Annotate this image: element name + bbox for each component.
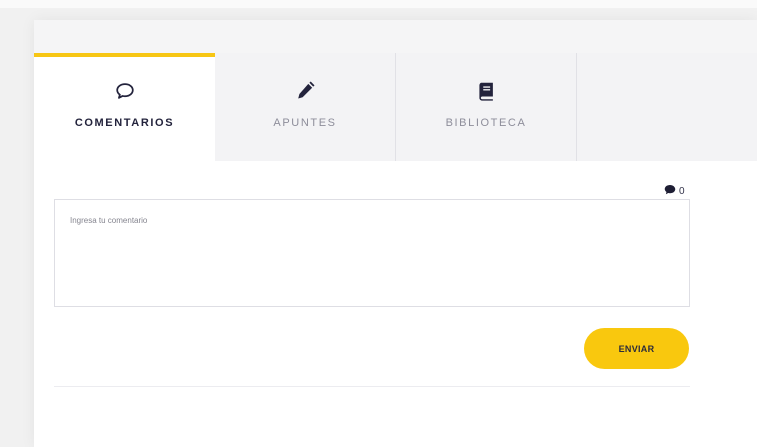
tab-comentarios[interactable]: COMENTARIOS <box>34 53 215 162</box>
divider <box>54 386 690 387</box>
comment-count: 0 <box>664 184 685 198</box>
comment-count-value: 0 <box>679 185 685 197</box>
tab-bar: COMENTARIOS APUNTES BIBLIOTECA <box>34 53 757 162</box>
comment-input[interactable] <box>54 199 690 307</box>
tab-label: BIBLIOTECA <box>445 117 527 129</box>
pencil-icon <box>294 80 316 102</box>
tab-label: APUNTES <box>273 117 337 129</box>
card-header <box>34 20 757 53</box>
tab-label: COMENTARIOS <box>74 117 175 129</box>
page-top-band <box>0 0 757 8</box>
send-button[interactable]: ENVIAR <box>584 328 689 369</box>
speech-bubble-icon <box>114 80 136 102</box>
book-icon <box>475 80 497 102</box>
comment-count-icon <box>664 184 679 198</box>
tab-biblioteca[interactable]: BIBLIOTECA <box>396 53 577 161</box>
tab-apuntes[interactable]: APUNTES <box>215 53 396 161</box>
tab-bar-filler <box>577 53 757 161</box>
